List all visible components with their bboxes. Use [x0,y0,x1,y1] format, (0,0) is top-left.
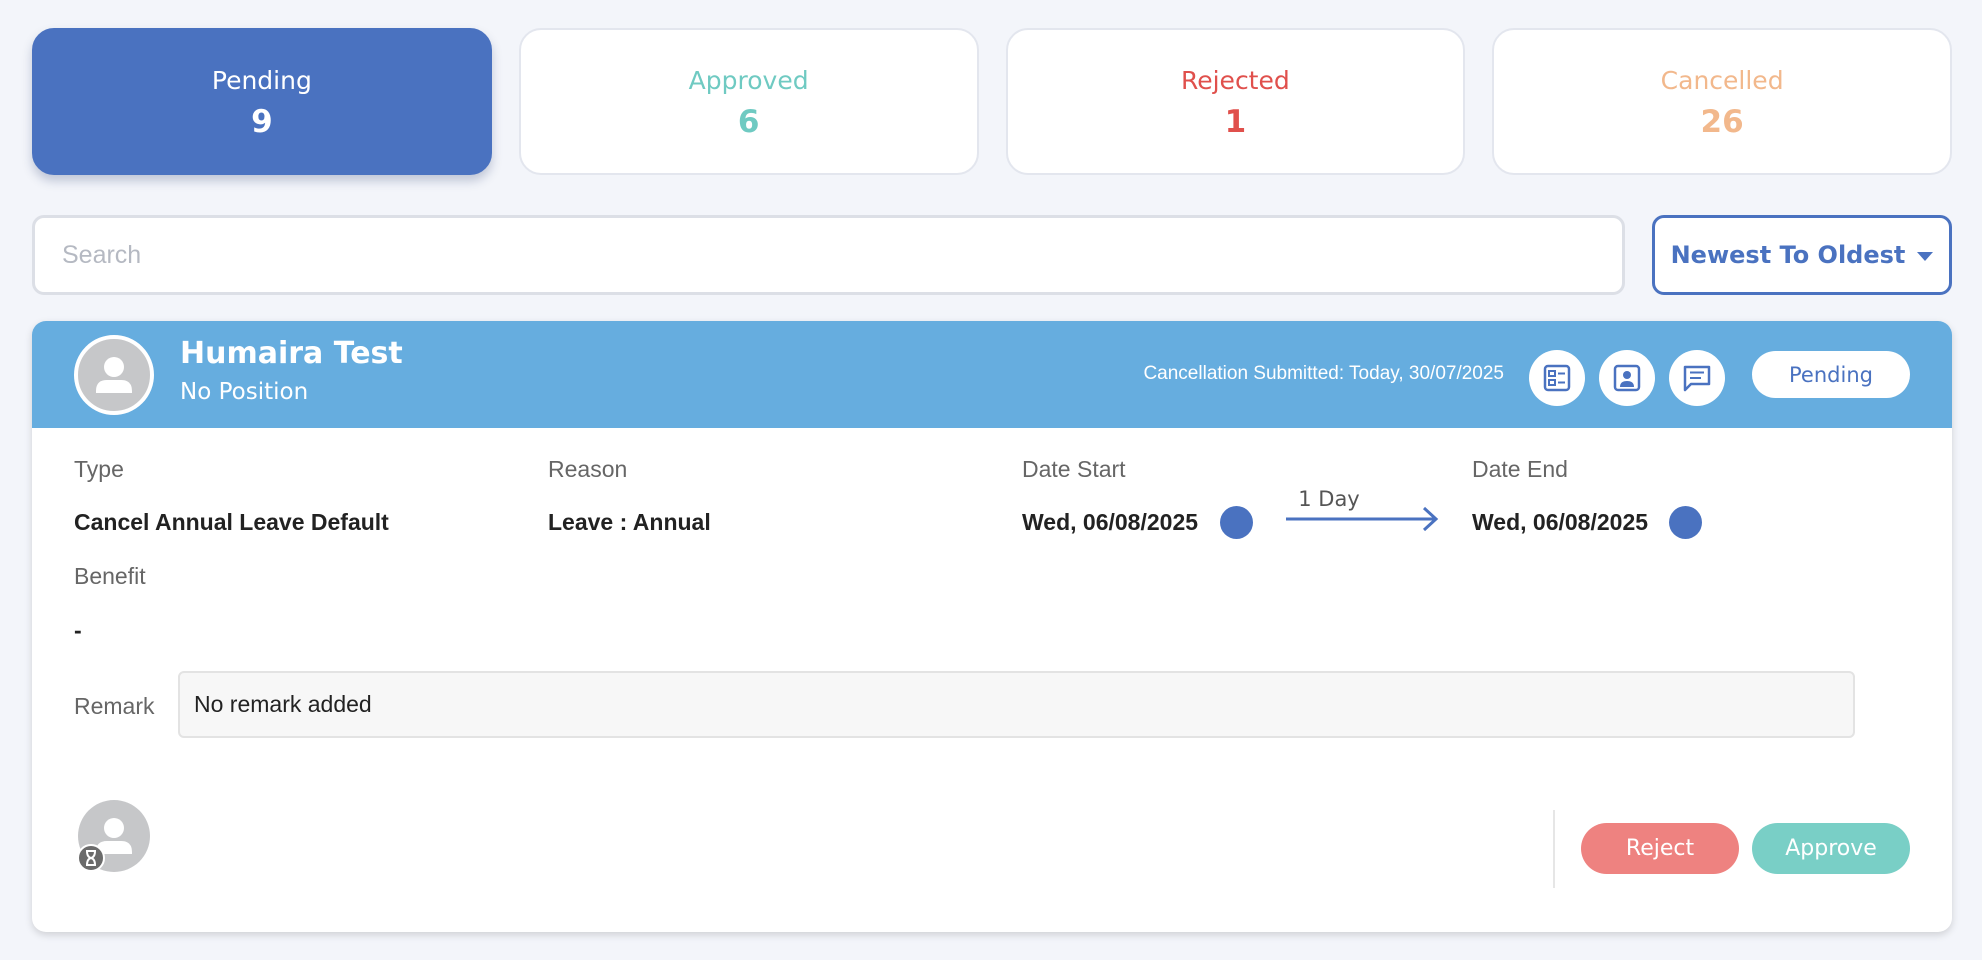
comment-icon [1683,365,1711,392]
tab-label: Rejected [1180,65,1290,95]
search-input[interactable] [32,215,1625,295]
caret-down-icon [1917,251,1934,261]
tab-cancelled[interactable]: Cancelled 26 [1492,28,1952,175]
avatar [74,335,154,415]
remark-field: No remark added [178,671,1855,738]
card-header: Humaira Test No Position Cancellation Su… [32,321,1952,428]
tab-count: 26 [1700,103,1744,140]
comment-button[interactable] [1669,350,1725,406]
status-badge: Pending [1752,351,1910,398]
tab-count: 1 [1224,103,1247,140]
type-label: Type [74,456,124,482]
sort-label: Newest To Oldest [1670,241,1906,269]
date-end-label: Date End [1472,456,1568,482]
details-icon [1543,364,1571,392]
reason-value: Leave : Annual [548,509,711,535]
reason-label: Reason [548,456,628,482]
tab-count: 6 [737,103,760,140]
type-value: Cancel Annual Leave Default [74,509,389,535]
employee-position: No Position [180,379,309,405]
tab-approved[interactable]: Approved 6 [518,28,979,175]
tab-pending[interactable]: Pending 9 [32,28,492,175]
date-start-marker [1220,506,1253,539]
reject-button[interactable]: Reject [1581,823,1739,874]
date-start-label: Date Start [1022,456,1126,482]
benefit-value: - [74,617,82,643]
divider [1553,810,1555,888]
tab-label: Approved [688,65,809,95]
tab-label: Pending [211,65,312,95]
date-start-value: Wed, 06/08/2025 [1022,509,1199,535]
user-icon [96,357,132,393]
profile-icon [1613,364,1641,392]
approve-button[interactable]: Approve [1752,823,1910,874]
employee-name: Humaira Test [180,336,403,371]
submitted-date: Cancellation Submitted: Today, 30/07/202… [1143,363,1504,384]
benefit-label: Benefit [74,563,146,589]
hourglass-icon [77,844,105,872]
tab-count: 9 [251,103,273,140]
date-end-marker [1669,506,1702,539]
arrow-right-icon [1286,506,1439,532]
tab-label: Cancelled [1660,65,1784,95]
status-tabs: Pending 9 Approved 6 Rejected 1 Cancelle… [32,28,1952,175]
remark-label: Remark [74,693,155,719]
tab-rejected[interactable]: Rejected 1 [1005,28,1466,175]
sort-dropdown[interactable]: Newest To Oldest [1652,215,1952,295]
profile-button[interactable] [1599,350,1655,406]
details-button[interactable] [1529,350,1585,406]
date-end-value: Wed, 06/08/2025 [1472,509,1649,535]
